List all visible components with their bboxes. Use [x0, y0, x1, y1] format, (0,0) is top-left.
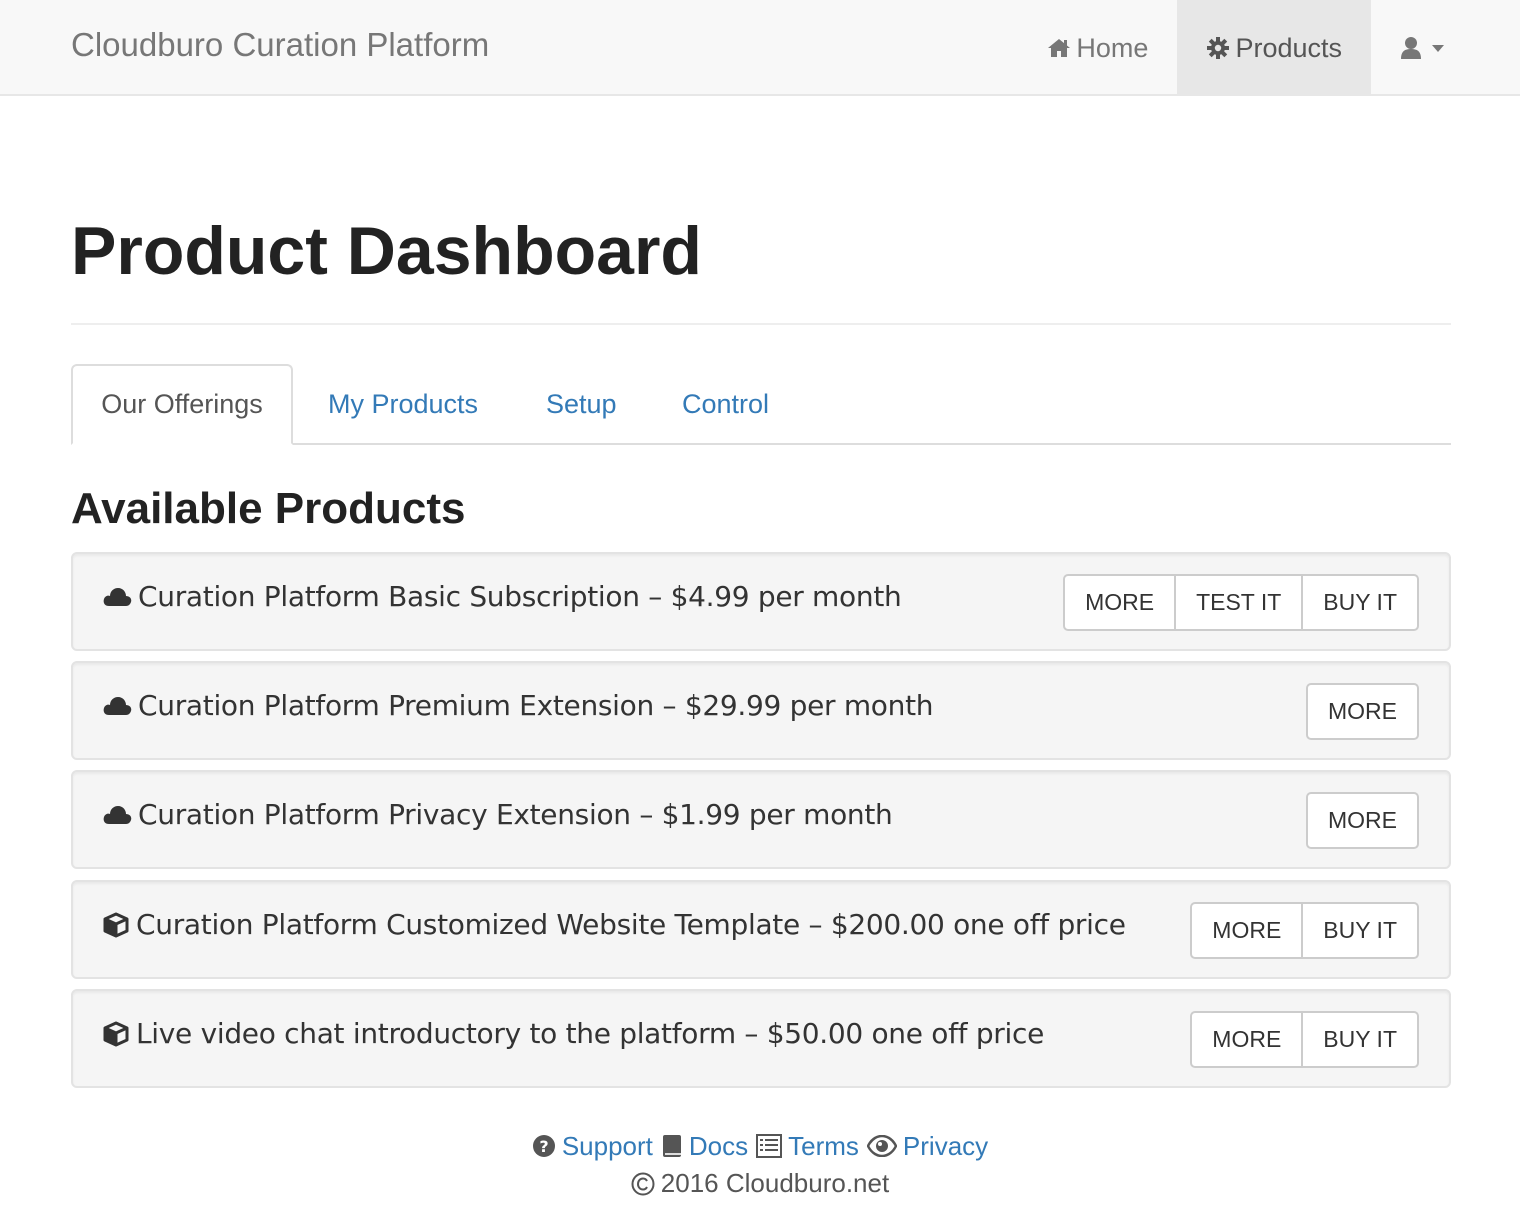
tab-control[interactable]: Control	[682, 364, 769, 445]
more-button[interactable]: MORE	[1190, 902, 1304, 959]
question-circle-icon: ?	[532, 1135, 555, 1157]
nav-item-label: Home	[1076, 32, 1149, 63]
user-icon	[1401, 37, 1421, 59]
list-alt-icon	[756, 1134, 783, 1158]
footer-link-label: Terms	[788, 1130, 859, 1161]
product-title: Curation Platform Basic Subscription – $…	[138, 580, 902, 613]
cube-icon	[103, 1021, 129, 1046]
section-title: Available Products	[71, 484, 466, 533]
nav-item-home[interactable]: Home	[1018, 0, 1177, 96]
product-label-wrap: Curation Platform Customized Website Tem…	[102, 908, 1126, 941]
docs-link[interactable]: Docs	[661, 1131, 748, 1162]
product-title: Curation Platform Customized Website Tem…	[136, 908, 1126, 941]
product-row: Curation Platform Basic Subscription – $…	[71, 552, 1451, 651]
title-divider	[71, 323, 1451, 325]
product-row: Curation Platform Customized Website Tem…	[71, 880, 1451, 979]
tab-our-offerings[interactable]: Our Offerings	[71, 364, 293, 445]
tab-setup[interactable]: Setup	[546, 364, 617, 445]
more-button[interactable]: MORE	[1306, 792, 1419, 849]
terms-link[interactable]: Terms	[756, 1131, 859, 1162]
caret-down-icon	[1432, 45, 1444, 52]
page-title: Product Dashboard	[71, 213, 702, 289]
product-label-wrap: Live video chat introductory to the plat…	[102, 1017, 1044, 1050]
product-actions: MORE TEST IT BUY IT	[1063, 574, 1419, 631]
product-title: Curation Platform Privacy Extension – $1…	[138, 798, 893, 831]
product-row: Curation Platform Privacy Extension – $1…	[71, 770, 1451, 869]
product-row: Curation Platform Premium Extension – $2…	[71, 661, 1451, 760]
footer-link-label: Privacy	[902, 1130, 989, 1161]
copyright-icon	[631, 1172, 655, 1195]
copyright: 2016 Cloudburo.net	[0, 1168, 1520, 1199]
product-label-wrap: Curation Platform Privacy Extension – $1…	[102, 798, 893, 831]
footer: ? Support Docs Terms Privacy 2016 Cloudb…	[0, 1128, 1520, 1199]
nav-item-label: Products	[1235, 32, 1342, 63]
navbar: Cloudburo Curation Platform Home Product…	[0, 0, 1520, 96]
product-actions: MORE BUY IT	[1190, 902, 1419, 959]
user-menu-dropdown[interactable]	[1371, 0, 1450, 96]
product-actions: MORE	[1306, 683, 1419, 740]
copyright-text: 2016 Cloudburo.net	[660, 1168, 890, 1198]
privacy-link[interactable]: Privacy	[866, 1130, 989, 1162]
eye-icon	[866, 1135, 897, 1157]
product-label-wrap: Curation Platform Premium Extension – $2…	[102, 689, 934, 722]
brand-link[interactable]: Cloudburo Curation Platform	[71, 26, 489, 64]
test-it-button[interactable]: TEST IT	[1174, 574, 1304, 631]
footer-link-label: Docs	[688, 1130, 749, 1161]
buy-it-button[interactable]: BUY IT	[1301, 574, 1419, 631]
support-link[interactable]: ? Support	[532, 1131, 653, 1162]
more-button[interactable]: MORE	[1063, 574, 1177, 631]
cloud-icon	[103, 587, 132, 606]
footer-link-label: Support	[561, 1130, 653, 1161]
more-button[interactable]: MORE	[1190, 1011, 1304, 1068]
tab-bar: Our Offerings My Products Setup Control	[71, 364, 1451, 445]
buy-it-button[interactable]: BUY IT	[1301, 902, 1419, 959]
product-actions: MORE	[1306, 792, 1419, 849]
navbar-right: Home Products	[1018, 0, 1450, 96]
tab-my-products[interactable]: My Products	[328, 364, 478, 445]
book-icon	[662, 1135, 681, 1157]
product-label-wrap: Curation Platform Basic Subscription – $…	[102, 580, 902, 613]
cube-icon	[103, 912, 129, 937]
home-icon	[1048, 39, 1071, 57]
product-actions: MORE BUY IT	[1190, 1011, 1419, 1068]
buy-it-button[interactable]: BUY IT	[1301, 1011, 1419, 1068]
more-button[interactable]: MORE	[1306, 683, 1419, 740]
cloud-icon	[103, 805, 132, 824]
gear-icon	[1207, 37, 1230, 59]
footer-links: ? Support Docs Terms Privacy	[0, 1128, 1520, 1164]
cloud-icon	[103, 696, 132, 715]
product-title: Live video chat introductory to the plat…	[136, 1017, 1045, 1050]
svg-text:?: ?	[539, 1137, 548, 1156]
product-title: Curation Platform Premium Extension – $2…	[138, 689, 934, 722]
product-row: Live video chat introductory to the plat…	[71, 989, 1451, 1088]
nav-item-products[interactable]: Products	[1177, 0, 1371, 96]
